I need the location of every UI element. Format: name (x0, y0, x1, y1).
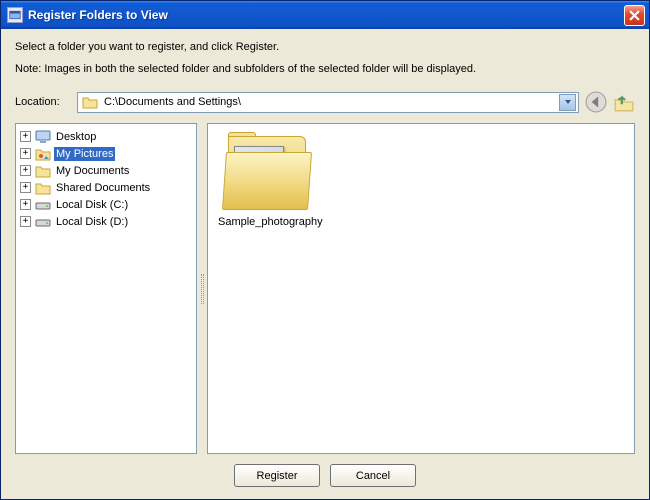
expand-toggle[interactable]: + (20, 199, 31, 210)
dialog-body: Select a folder you want to register, an… (1, 29, 649, 499)
button-row: Register Cancel (15, 454, 635, 491)
window-title: Register Folders to View (28, 8, 624, 22)
tree-item-my-documents[interactable]: + My Documents (18, 162, 194, 179)
tree-item-desktop[interactable]: + Desktop (18, 128, 194, 145)
up-folder-icon (613, 91, 635, 113)
desktop-icon (35, 129, 51, 145)
panels: + Desktop + My Pictures + My Documents +… (15, 123, 635, 454)
tree-item-local-disk-d[interactable]: + Local Disk (D:) (18, 213, 194, 230)
back-icon (585, 91, 607, 113)
folder-tile-sample-photography[interactable]: Sample_photography (218, 134, 322, 228)
folder-tile-label: Sample_photography (218, 216, 322, 228)
location-combo[interactable] (77, 92, 579, 113)
location-input[interactable] (102, 94, 559, 111)
expand-toggle[interactable]: + (20, 216, 31, 227)
splitter-grip (201, 274, 204, 304)
folder-icon (35, 180, 51, 196)
register-button[interactable]: Register (234, 464, 320, 487)
expand-toggle[interactable]: + (20, 182, 31, 193)
expand-toggle[interactable]: + (20, 148, 31, 159)
folder-tree[interactable]: + Desktop + My Pictures + My Documents +… (15, 123, 197, 454)
close-button[interactable] (624, 5, 645, 26)
tree-label: Local Disk (C:) (54, 198, 130, 212)
tree-label: My Pictures (54, 147, 115, 161)
folder-icon (82, 94, 98, 110)
tree-label: Desktop (54, 130, 98, 144)
expand-toggle[interactable]: + (20, 165, 31, 176)
back-button[interactable] (585, 91, 607, 113)
pictures-icon (35, 146, 51, 162)
tree-label: My Documents (54, 164, 131, 178)
location-label: Location: (15, 96, 77, 108)
note-text: Note: Images in both the selected folder… (15, 63, 635, 75)
up-folder-button[interactable] (613, 91, 635, 113)
drive-icon (35, 214, 51, 230)
close-icon (629, 10, 640, 21)
tree-item-local-disk-c[interactable]: + Local Disk (C:) (18, 196, 194, 213)
location-dropdown-button[interactable] (559, 94, 576, 111)
cancel-button[interactable]: Cancel (330, 464, 416, 487)
tree-item-shared-documents[interactable]: + Shared Documents (18, 179, 194, 196)
app-icon (7, 7, 23, 23)
folder-large-icon (222, 134, 318, 212)
splitter[interactable] (197, 123, 207, 454)
tree-label: Local Disk (D:) (54, 215, 130, 229)
instruction-text: Select a folder you want to register, an… (15, 41, 635, 53)
location-row: Location: (15, 91, 635, 113)
folder-icon (35, 163, 51, 179)
expand-toggle[interactable]: + (20, 131, 31, 142)
drive-icon (35, 197, 51, 213)
chevron-down-icon (564, 98, 572, 106)
tree-item-my-pictures[interactable]: + My Pictures (18, 145, 194, 162)
title-bar: Register Folders to View (1, 1, 649, 29)
tree-label: Shared Documents (54, 181, 152, 195)
folder-contents[interactable]: Sample_photography (207, 123, 635, 454)
